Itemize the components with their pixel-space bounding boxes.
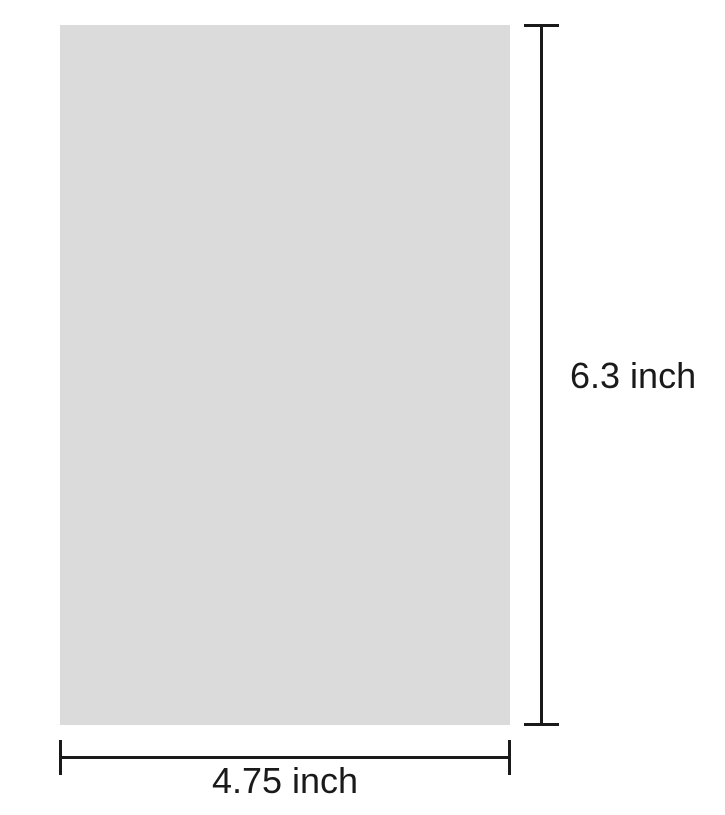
width-label: 4.75 inch xyxy=(202,760,368,802)
height-label: 6.3 inch xyxy=(570,355,696,397)
height-cap-bottom xyxy=(524,723,559,726)
dimension-rectangle xyxy=(60,25,510,725)
width-indicator-line xyxy=(60,756,510,759)
width-label-wrap: 4.75 inch xyxy=(60,760,510,802)
height-indicator-line xyxy=(540,25,543,725)
